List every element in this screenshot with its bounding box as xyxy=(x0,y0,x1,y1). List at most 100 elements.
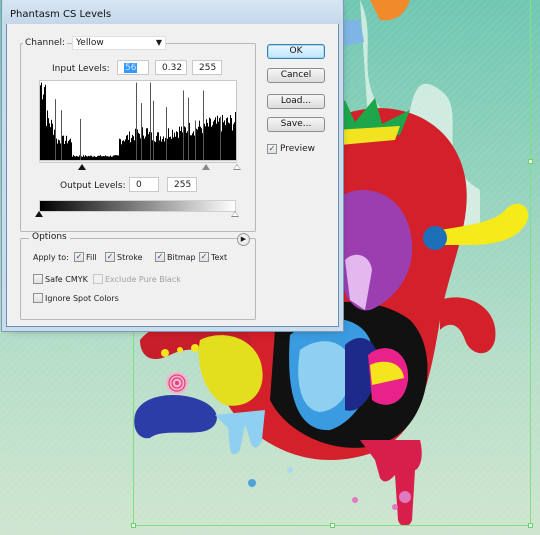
histogram-bin xyxy=(90,155,91,160)
histogram-bin xyxy=(121,144,122,160)
histogram-bin xyxy=(51,119,52,160)
histogram-bin xyxy=(113,155,114,160)
histogram-bin xyxy=(175,136,176,160)
histogram-bin xyxy=(201,128,202,160)
stroke-label: Stroke xyxy=(117,253,143,262)
histogram-bin xyxy=(91,155,92,160)
histogram-bin xyxy=(219,118,220,160)
histogram-spike xyxy=(150,82,151,160)
histogram-bin xyxy=(180,131,181,160)
histogram-bin xyxy=(179,126,180,160)
cancel-button[interactable]: Cancel xyxy=(267,68,325,83)
input-slider-track xyxy=(39,162,237,163)
histogram-bin xyxy=(65,140,66,160)
histogram-bin xyxy=(170,136,171,160)
output-levels-label: Output Levels: xyxy=(60,181,126,191)
text-checkbox[interactable]: ✓ xyxy=(199,252,209,262)
histogram-bin xyxy=(186,132,187,160)
histogram-bin xyxy=(181,126,182,160)
histogram-bin xyxy=(135,128,136,160)
input-black-field[interactable]: 56 xyxy=(117,60,149,75)
output-black-field[interactable]: 0 xyxy=(129,177,159,192)
histogram-bin xyxy=(133,136,134,160)
histogram-bin xyxy=(74,156,75,160)
histogram-bin xyxy=(49,123,50,160)
selection-handle[interactable] xyxy=(528,159,533,164)
histogram-bin xyxy=(147,128,148,160)
save-button[interactable]: Save... xyxy=(267,117,325,132)
text-label: Text xyxy=(211,253,228,262)
histogram-bin xyxy=(86,156,87,160)
histogram-bin xyxy=(207,122,208,160)
ignore-spot-colors-label: Ignore Spot Colors xyxy=(45,294,119,303)
histogram-bin xyxy=(145,136,146,160)
histogram-bin xyxy=(221,131,222,160)
checkmark-icon: ✓ xyxy=(75,252,83,261)
histogram-bin xyxy=(72,156,73,160)
options-menu-button[interactable]: ▶ xyxy=(237,233,250,246)
histogram-bin xyxy=(50,127,51,160)
histogram-bin xyxy=(182,132,183,160)
histogram-bin xyxy=(67,143,68,160)
histogram-bin xyxy=(224,120,225,160)
input-gamma-field[interactable]: 0.32 xyxy=(155,60,187,75)
histogram-spike xyxy=(195,120,196,160)
histogram-bin xyxy=(88,155,89,160)
input-black-slider[interactable] xyxy=(78,164,86,170)
ignore-spot-colors-checkbox[interactable] xyxy=(33,293,43,303)
histogram-bin xyxy=(171,138,172,160)
input-white-field[interactable]: 255 xyxy=(192,60,222,75)
histogram-bin xyxy=(218,121,219,160)
histogram-bin xyxy=(98,155,99,160)
histogram-bin xyxy=(124,141,125,160)
ok-button[interactable]: OK xyxy=(267,44,325,59)
histogram-bin xyxy=(233,124,234,160)
histogram-bin xyxy=(206,119,207,160)
bitmap-checkbox[interactable]: ✓ xyxy=(155,252,165,262)
selection-handle[interactable] xyxy=(131,523,136,528)
histogram-bin xyxy=(185,127,186,160)
histogram-bin xyxy=(117,155,118,160)
checkmark-icon: ✓ xyxy=(268,144,276,153)
output-white-slider[interactable] xyxy=(231,211,239,217)
triangle-right-icon: ▶ xyxy=(240,235,247,243)
histogram-bin xyxy=(85,155,86,160)
histogram-bin xyxy=(157,132,158,160)
output-black-slider[interactable] xyxy=(35,211,43,217)
input-gamma-slider[interactable] xyxy=(202,164,210,170)
histogram-bin xyxy=(132,134,133,160)
safe-cmyk-checkbox[interactable] xyxy=(33,274,43,284)
histogram-bin xyxy=(115,155,116,160)
dialog-content: Channel: Yellow ▼ Input Levels: 56 0.32 … xyxy=(7,24,338,326)
histogram-bin xyxy=(53,134,54,160)
histogram-bin xyxy=(204,123,205,160)
histogram-bin xyxy=(62,135,63,160)
histogram-bin xyxy=(197,129,198,160)
input-white-slider[interactable] xyxy=(233,164,241,170)
dialog-title[interactable]: Phantasm CS Levels xyxy=(3,0,342,24)
histogram-spike xyxy=(61,110,62,160)
histogram-bin xyxy=(173,137,174,160)
histogram-bin xyxy=(143,135,144,160)
output-white-field[interactable]: 255 xyxy=(167,177,197,192)
histogram-bin xyxy=(89,156,90,160)
histogram-bin xyxy=(106,156,107,160)
selection-handle[interactable] xyxy=(528,523,533,528)
histogram-bin xyxy=(196,128,197,160)
stroke-checkbox[interactable]: ✓ xyxy=(105,252,115,262)
fill-checkbox[interactable]: ✓ xyxy=(74,252,84,262)
preview-checkbox[interactable]: ✓ xyxy=(267,144,277,154)
histogram-bin xyxy=(178,137,179,160)
histogram-bin xyxy=(211,126,212,160)
output-gradient-bar xyxy=(39,200,236,212)
histogram-bin xyxy=(110,155,111,160)
histogram-bin xyxy=(104,156,105,160)
histogram-bin xyxy=(60,143,61,160)
histogram-bin xyxy=(138,132,139,160)
channel-dropdown[interactable]: Yellow ▼ xyxy=(72,36,166,50)
histogram-chart xyxy=(40,82,236,160)
load-button[interactable]: Load... xyxy=(267,94,325,109)
histogram-bin xyxy=(47,110,48,160)
exclude-pure-black-checkbox[interactable] xyxy=(93,274,103,284)
selection-handle[interactable] xyxy=(330,523,335,528)
